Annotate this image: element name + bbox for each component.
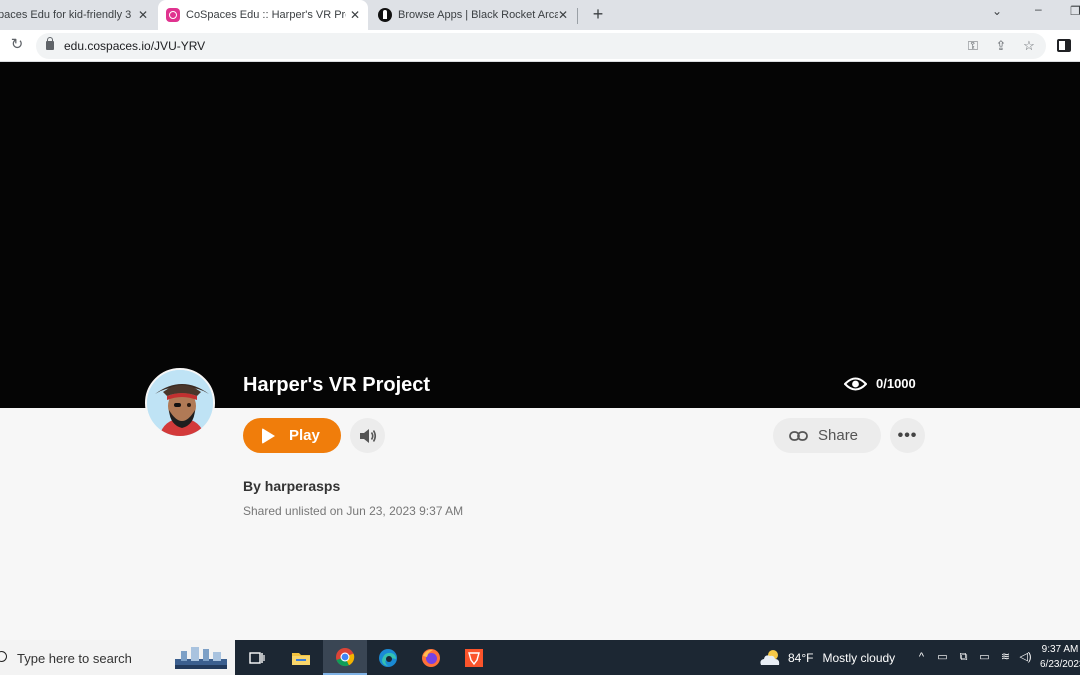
tab-harpers-vr-project[interactable]: CoSpaces Edu :: Harper's VR Proje ✕ [158, 0, 368, 30]
browser-toolbar: ↻ edu.cospaces.io/JVU-YRV ⚿ ⇪ ☆ [0, 30, 1080, 62]
share-button[interactable]: Share [773, 418, 881, 453]
sound-toggle-button[interactable] [350, 418, 385, 453]
browser-tab-strip: paces Edu for kid-friendly 3D ✕ CoSpaces… [0, 0, 1080, 30]
shared-status-text: Shared unlisted on Jun 23, 2023 9:37 AM [243, 504, 464, 518]
play-icon [262, 427, 275, 444]
screen-recorder-icon[interactable]: ⧉ [956, 650, 971, 665]
restore-window-button[interactable]: ❐ [1070, 4, 1080, 18]
cospaces-favicon-icon [166, 8, 180, 22]
side-panel-icon[interactable] [1057, 39, 1071, 52]
rocket-favicon-icon [378, 8, 392, 22]
task-view-icon [249, 651, 265, 664]
weather-widget[interactable]: 84°F Mostly cloudy [758, 640, 895, 675]
cloudy-weather-icon [760, 649, 780, 665]
search-icon [0, 651, 7, 662]
taskbar-search-box[interactable]: Type here to search [0, 640, 235, 675]
search-placeholder[interactable]: Type here to search [17, 651, 132, 666]
bookmark-star-icon[interactable]: ☆ [1020, 37, 1038, 55]
task-view-button[interactable] [235, 640, 279, 675]
more-options-button[interactable]: ••• [890, 418, 925, 453]
clock-time: 9:37 AM [1041, 644, 1079, 655]
folder-icon [292, 652, 310, 665]
speaker-icon [359, 428, 376, 443]
more-dots-icon: ••• [897, 426, 918, 444]
tab-black-rocket-arcade[interactable]: Browse Apps | Black Rocket Arcad ✕ [370, 0, 576, 30]
share-label: Share [818, 427, 859, 444]
author-byline[interactable]: By harperasps [243, 478, 340, 494]
view-counter: 0/1000 [844, 376, 916, 391]
edge-icon [379, 648, 397, 667]
brave-icon [465, 648, 483, 667]
share-page-icon[interactable]: ⇪ [992, 37, 1010, 55]
play-button[interactable]: Play [243, 418, 341, 453]
tab-title: paces Edu for kid-friendly 3D [0, 9, 132, 21]
close-tab-icon[interactable]: ✕ [556, 8, 570, 22]
file-explorer-button[interactable] [279, 640, 323, 675]
tab-title: CoSpaces Edu :: Harper's VR Proje [186, 9, 346, 21]
lock-icon[interactable] [46, 37, 54, 50]
author-avatar[interactable] [145, 368, 215, 438]
edge-button[interactable] [366, 640, 410, 675]
tab-cospaces-home[interactable]: paces Edu for kid-friendly 3D ✕ [0, 0, 156, 30]
clock-date: 6/23/2023 [1040, 659, 1080, 670]
firefox-icon [422, 648, 440, 667]
close-tab-icon[interactable]: ✕ [348, 8, 362, 22]
taskbar-clock[interactable]: 9:37 AM 6/23/2023 [1040, 642, 1080, 672]
windows-taskbar: Type here to search 84°F Mostly cloudy ^… [0, 640, 1080, 675]
search-highlight-icon [175, 647, 227, 669]
address-bar[interactable]: edu.cospaces.io/JVU-YRV ⚿ ⇪ ☆ [36, 33, 1046, 59]
volume-icon[interactable]: ◁) [1018, 650, 1033, 665]
new-tab-button[interactable]: + [588, 4, 608, 24]
minimize-window-button[interactable]: – [1035, 2, 1042, 16]
url-text[interactable]: edu.cospaces.io/JVU-YRV [64, 39, 205, 53]
firefox-button[interactable] [409, 640, 453, 675]
battery-icon[interactable]: ▭ [977, 650, 992, 665]
chrome-icon [336, 647, 355, 666]
chrome-button[interactable] [323, 640, 367, 675]
eye-icon [844, 377, 867, 390]
project-preview-area[interactable] [0, 62, 1080, 408]
close-tab-icon[interactable]: ✕ [136, 8, 150, 22]
show-hidden-icons-chevron-icon[interactable]: ^ [914, 650, 929, 665]
tab-separator [577, 8, 578, 24]
reload-icon[interactable]: ↻ [8, 36, 26, 54]
brave-button[interactable] [452, 640, 496, 675]
meet-now-icon[interactable]: ▭ [935, 650, 950, 665]
key-icon[interactable]: ⚿ [964, 37, 982, 55]
tab-title: Browse Apps | Black Rocket Arcad [398, 9, 558, 21]
weather-temperature: 84°F [788, 650, 814, 665]
link-icon [789, 430, 808, 441]
wifi-icon[interactable]: ≋ [998, 650, 1013, 665]
tab-search-chevron-icon[interactable]: ⌄ [992, 4, 1002, 18]
weather-condition: Mostly cloudy [822, 650, 896, 665]
project-title: Harper's VR Project [243, 374, 431, 396]
view-count-text: 0/1000 [876, 376, 916, 391]
play-label: Play [289, 427, 320, 444]
